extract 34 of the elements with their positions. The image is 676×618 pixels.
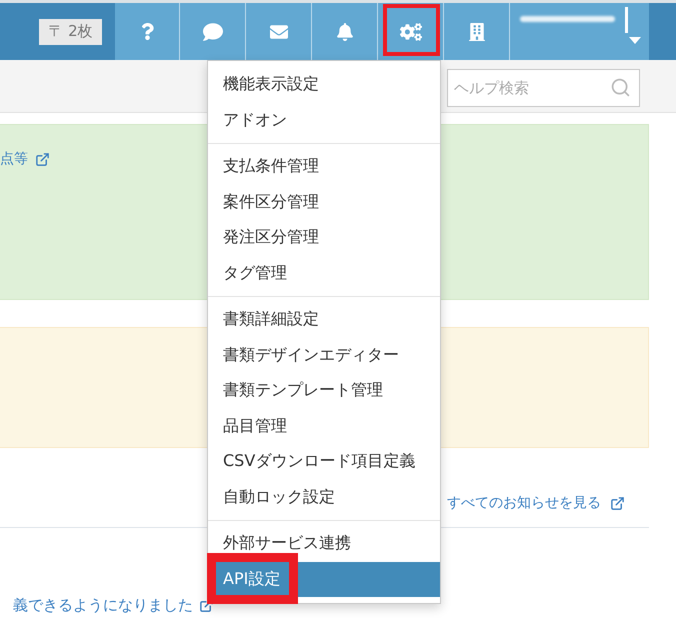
- postal-count-badge[interactable]: 〒 2枚: [39, 18, 102, 44]
- external-link-icon: [35, 152, 50, 166]
- menu-item[interactable]: 書類詳細設定: [208, 302, 440, 338]
- menu-item[interactable]: 案件区分管理: [208, 184, 440, 220]
- notice-link[interactable]: 点等: [0, 149, 28, 169]
- chat-button[interactable]: [179, 3, 245, 60]
- settings-icon: [400, 20, 422, 42]
- news-link[interactable]: 義できるようになりました: [13, 595, 193, 615]
- menu-item[interactable]: 機能表示設定: [208, 67, 440, 102]
- menu-item[interactable]: 書類テンプレート管理: [208, 373, 440, 408]
- office-button[interactable]: [443, 3, 509, 60]
- building-icon: [468, 22, 486, 40]
- menu-item[interactable]: 発注区分管理: [208, 220, 440, 256]
- menu-item[interactable]: 支払条件管理: [208, 149, 440, 184]
- speech-bubble-icon: [202, 22, 222, 42]
- help-button[interactable]: [115, 3, 179, 60]
- menu-item[interactable]: 品目管理: [208, 408, 440, 444]
- external-link-icon: [610, 496, 625, 510]
- search-icon: [610, 77, 631, 98]
- all-notices-link[interactable]: すべてのお知らせを見る: [447, 493, 601, 513]
- menu-item[interactable]: 書類デザインエディター: [208, 338, 440, 373]
- notifications-button[interactable]: [311, 3, 377, 60]
- mail-button[interactable]: [245, 3, 311, 60]
- highlight-frame: [383, 4, 440, 56]
- account-menu-button[interactable]: [509, 3, 649, 60]
- menu-item[interactable]: 外部サービス連携: [208, 526, 440, 562]
- envelope-icon: [270, 22, 288, 40]
- help-search-field[interactable]: ヘルプ検索: [447, 69, 640, 107]
- menu-item[interactable]: 自動ロック設定: [208, 480, 440, 515]
- menu-item[interactable]: アドオン: [208, 102, 440, 138]
- bell-icon: [336, 22, 354, 40]
- menu-item[interactable]: CSVダウンロード項目定義: [208, 444, 440, 480]
- menu-item[interactable]: タグ管理: [208, 256, 440, 291]
- settings-button[interactable]: [377, 3, 443, 60]
